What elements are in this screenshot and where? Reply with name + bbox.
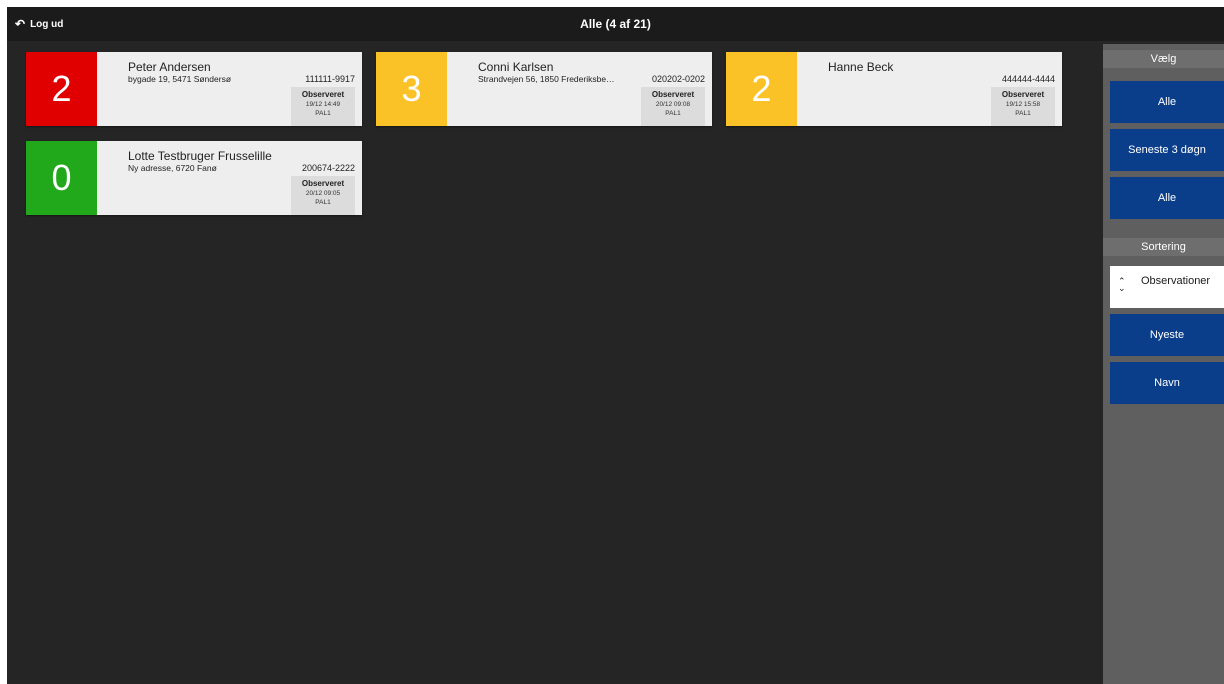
patient-cpr: 020202-0202 xyxy=(651,74,705,84)
filter-sidebar: Vælg Alle Seneste 3 døgn Alle Sortering … xyxy=(1103,44,1224,684)
top-bar: ↶ Log ud Alle (4 af 21) xyxy=(7,7,1224,41)
patient-address: Strandvejen 56, 1850 Frederiksbe… xyxy=(478,74,615,84)
sort-section-header: Sortering xyxy=(1103,238,1224,256)
observation-time: 20/12 09:05 xyxy=(305,190,341,197)
page-title: Alle (4 af 21) xyxy=(580,17,651,31)
patient-card[interactable]: 2 Hanne Beck 444444-4444 Observeret 19/1… xyxy=(726,52,1062,126)
sort-newest-button[interactable]: Nyeste xyxy=(1110,314,1224,356)
observation-status-box: Observeret 19/12 15:58 PAL1 xyxy=(991,87,1055,126)
patient-address: Ny adresse, 6720 Fanø xyxy=(128,163,217,173)
observation-status-box: Observeret 19/12 14:49 PAL1 xyxy=(291,87,355,126)
patient-cpr: 200674-2222 xyxy=(301,163,355,173)
observation-code: PAL1 xyxy=(1015,110,1031,117)
observation-time: 20/12 09:08 xyxy=(655,101,691,108)
patient-card[interactable]: 3 Conni Karlsen Strandvejen 56, 1850 Fre… xyxy=(376,52,712,126)
score-badge: 0 xyxy=(26,141,97,215)
logout-button[interactable]: ↶ Log ud xyxy=(15,7,63,41)
observation-code: PAL1 xyxy=(315,110,331,117)
observation-status-box: Observeret 20/12 09:08 PAL1 xyxy=(641,87,705,126)
patient-cpr: 444444-4444 xyxy=(1001,74,1055,84)
patient-name: Peter Andersen xyxy=(128,60,211,74)
observation-status: Observeret xyxy=(651,90,695,99)
score-badge: 2 xyxy=(26,52,97,126)
observation-status: Observeret xyxy=(301,179,345,188)
patient-name: Lotte Testbruger Frusselille xyxy=(128,149,272,163)
logout-icon: ↶ xyxy=(15,17,26,31)
observation-status: Observeret xyxy=(1001,90,1045,99)
observation-time: 19/12 14:49 xyxy=(305,101,341,108)
filter-all-button[interactable]: Alle xyxy=(1110,81,1224,123)
observation-time: 19/12 15:58 xyxy=(1005,101,1041,108)
patient-name: Hanne Beck xyxy=(828,60,894,74)
select-section-header: Vælg xyxy=(1103,50,1224,68)
patient-card[interactable]: 0 Lotte Testbruger Frusselille Ny adress… xyxy=(26,141,362,215)
logout-label: Log ud xyxy=(30,18,64,30)
patient-card[interactable]: 2 Peter Andersen bygade 19, 5471 Sønders… xyxy=(26,52,362,126)
filter-all-secondary-button[interactable]: Alle xyxy=(1110,177,1224,219)
score-badge: 2 xyxy=(726,52,797,126)
score-badge: 3 xyxy=(376,52,447,126)
sort-name-button[interactable]: Navn xyxy=(1110,362,1224,404)
filter-last-3-days-button[interactable]: Seneste 3 døgn xyxy=(1110,129,1224,171)
patient-name: Conni Karlsen xyxy=(478,60,554,74)
patient-cpr: 111111-9917 xyxy=(305,74,355,84)
sort-observations-label: Observationer xyxy=(1141,275,1211,287)
observation-code: PAL1 xyxy=(315,199,331,206)
sort-direction-icon: ⌃ ⌄ xyxy=(1118,276,1126,293)
observation-status-box: Observeret 20/12 09:05 PAL1 xyxy=(291,176,355,215)
sort-observations-button[interactable]: ⌃ ⌄ Observationer xyxy=(1110,266,1224,308)
app-window: ↶ Log ud Alle (4 af 21) 2 Peter Andersen… xyxy=(7,7,1224,684)
observation-status: Observeret xyxy=(301,90,345,99)
observation-code: PAL1 xyxy=(665,110,681,117)
patient-address: bygade 19, 5471 Søndersø xyxy=(128,74,232,84)
